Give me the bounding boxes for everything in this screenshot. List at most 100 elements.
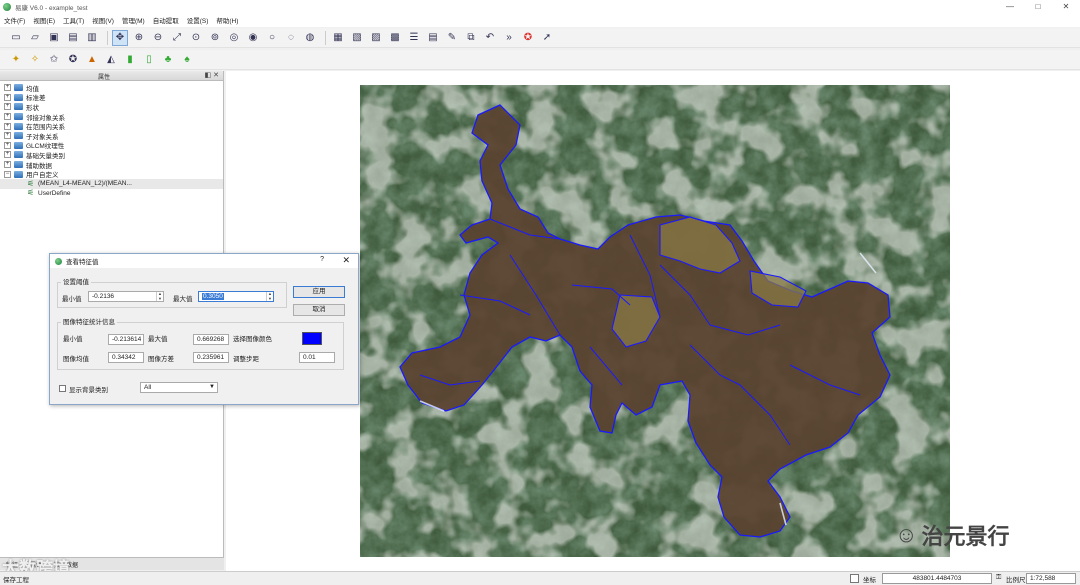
min-value-spinner[interactable]: -0.2136 ▲ ▼ — [88, 291, 164, 302]
layer-edit-icon[interactable]: ▧ — [349, 30, 365, 46]
tree-item-label: 辅助数据 — [26, 162, 52, 170]
collapse-icon[interactable]: − — [4, 170, 11, 178]
max-label: 最大值 — [173, 296, 193, 303]
select-icon[interactable]: ✦ — [8, 52, 24, 68]
minimize-button[interactable]: — — [996, 0, 1024, 13]
expand-icon[interactable]: + — [4, 113, 11, 121]
tree-item-range[interactable]: + 在范围内关系 — [0, 121, 223, 131]
import-icon[interactable]: ▥ — [84, 30, 100, 46]
zoom-fit-icon[interactable]: ◌ — [283, 30, 299, 46]
tree-item-label: 标准差 — [26, 95, 46, 103]
zoom-100-icon[interactable]: ○ — [264, 30, 280, 46]
class-icon[interactable]: ▤ — [425, 30, 441, 46]
copy-icon[interactable]: ⧉ — [463, 30, 479, 46]
folder-icon — [14, 84, 23, 92]
tree-item-custom-feature[interactable]: ⚟ (MEAN_L4-MEAN_L2)/(MEAN... — [0, 178, 223, 189]
tree-item-user-defined[interactable]: − 用户自定义 — [0, 169, 223, 179]
select-clear-icon[interactable]: ✪ — [65, 52, 81, 68]
select-add-icon[interactable]: ✧ — [27, 52, 43, 68]
tree-item-subobject[interactable]: + 子对象关系 — [0, 131, 223, 141]
new-icon[interactable]: ▭ — [8, 30, 24, 46]
chart-icon[interactable]: ▮ — [122, 52, 138, 68]
expand-icon[interactable]: + — [4, 132, 11, 140]
lock-icon[interactable]: ⚿ — [996, 574, 1001, 582]
pan-icon[interactable]: ✥ — [112, 29, 128, 46]
menu-settings[interactable]: 设置(S) — [187, 15, 209, 25]
spinner-arrows-icon[interactable]: ▲ ▼ — [266, 291, 273, 301]
save-as-icon[interactable]: ▤ — [65, 30, 81, 46]
coord-checkbox[interactable] — [850, 574, 859, 583]
window-controls: — □ ✕ — [996, 0, 1080, 13]
menu-auto-extract[interactable]: 自动提取 — [153, 15, 179, 25]
menu-view-e[interactable]: 视图(E) — [33, 15, 55, 25]
layer-merge-icon[interactable]: ▩ — [387, 30, 403, 46]
chart-compare-icon[interactable]: ▯ — [141, 52, 157, 68]
expand-icon[interactable]: + — [4, 141, 11, 149]
classify-all-icon[interactable]: ◭ — [103, 52, 119, 68]
tree-item-vector[interactable]: + 基础矢量类别 — [0, 150, 223, 160]
dialog-close-button[interactable]: ✕ — [342, 255, 350, 266]
classify-icon[interactable]: ▲ — [84, 52, 100, 68]
color-swatch[interactable] — [302, 332, 322, 345]
expand-icon[interactable]: + — [4, 161, 11, 169]
expand-icon[interactable]: + — [4, 103, 11, 111]
layer-split-icon[interactable]: ▨ — [368, 30, 384, 46]
folder-icon — [14, 151, 23, 159]
more-icon[interactable]: » — [501, 30, 517, 46]
expand-icon[interactable]: + — [4, 151, 11, 159]
zoom-extent-icon[interactable]: ⤢ — [169, 30, 185, 46]
show-background-label: 显示背景类别 — [69, 387, 108, 394]
status-message: 保存工程 — [3, 577, 29, 584]
panel-buttons[interactable]: ◧ ✕ — [205, 71, 219, 79]
zoom-layer-icon[interactable]: ⊚ — [207, 30, 223, 46]
menu-view[interactable]: 视图(V) — [92, 15, 114, 25]
help-button[interactable]: ? — [320, 256, 324, 263]
apply-button[interactable]: 应用 — [293, 286, 345, 298]
max-value-spinner[interactable]: 0.3050 ▲ ▼ — [198, 291, 274, 302]
variance-value: 0.235961 — [193, 352, 229, 363]
zoom-next-icon[interactable]: ◉ — [245, 30, 261, 46]
maximize-button[interactable]: □ — [1024, 0, 1052, 13]
help-cursor-icon[interactable]: ➚ — [539, 30, 555, 46]
tree-item-neighbor[interactable]: + 邻接对象关系 — [0, 112, 223, 122]
class-select[interactable]: All ▼ — [140, 382, 218, 393]
save-icon[interactable]: ▣ — [46, 30, 62, 46]
cancel-button[interactable]: 取消 — [293, 304, 345, 316]
scale-value[interactable]: 1:72,588 — [1026, 573, 1076, 584]
zoom-window-icon[interactable]: ⊙ — [188, 30, 204, 46]
close-window-button[interactable]: ✕ — [1052, 0, 1080, 13]
expand-icon[interactable]: + — [4, 93, 11, 101]
tree-item-auxiliary[interactable]: + 辅助数据 — [0, 160, 223, 170]
spinner-arrows-icon[interactable]: ▲ ▼ — [156, 291, 163, 301]
feature-icon[interactable]: ♣ — [160, 52, 176, 68]
show-background-checkbox[interactable] — [59, 385, 66, 392]
open-icon[interactable]: ▱ — [27, 30, 43, 46]
select-remove-icon[interactable]: ✩ — [46, 52, 62, 68]
zoom-select-icon[interactable]: ◍ — [302, 30, 318, 46]
edit-icon[interactable]: ✎ — [444, 30, 460, 46]
undo-icon[interactable]: ↶ — [482, 30, 498, 46]
menu-manage[interactable]: 管理(M) — [122, 15, 145, 25]
menu-file[interactable]: 文件(F) — [4, 15, 25, 25]
satellite-image[interactable] — [360, 85, 950, 557]
expand-icon[interactable]: + — [4, 122, 11, 130]
menu-tools[interactable]: 工具(T) — [63, 15, 84, 25]
zoom-in-icon[interactable]: ⊕ — [131, 30, 147, 46]
feature-view-dialog: 查看特征值 ? ✕ 设置阈值 最小值 -0.2136 ▲ ▼ 最大值 0.3050… — [49, 253, 359, 405]
folder-icon — [14, 113, 23, 121]
tree-item-label: GLCM纹理性 — [26, 143, 65, 151]
tree-item-mean[interactable]: + 均值 — [0, 83, 223, 93]
tree-item-shape[interactable]: + 形状 — [0, 102, 223, 112]
zoom-out-icon[interactable]: ⊖ — [150, 30, 166, 46]
expand-icon[interactable]: + — [4, 84, 11, 92]
tree-item-glcm[interactable]: + GLCM纹理性 — [0, 141, 223, 151]
step-input[interactable]: 0.01 — [299, 352, 335, 363]
tree-item-userdefine[interactable]: ⚟ UserDefine — [0, 189, 223, 199]
layer-stack-icon[interactable]: ☰ — [406, 30, 422, 46]
tree-item-stddev[interactable]: + 标准差 — [0, 93, 223, 103]
layer-add-icon[interactable]: ▦ — [330, 30, 346, 46]
menu-help[interactable]: 帮助(H) — [216, 15, 238, 25]
zoom-previous-icon[interactable]: ◎ — [226, 30, 242, 46]
feature-add-icon[interactable]: ♠ — [179, 52, 195, 68]
help-lifebuoy-icon[interactable]: ✪ — [520, 30, 536, 46]
